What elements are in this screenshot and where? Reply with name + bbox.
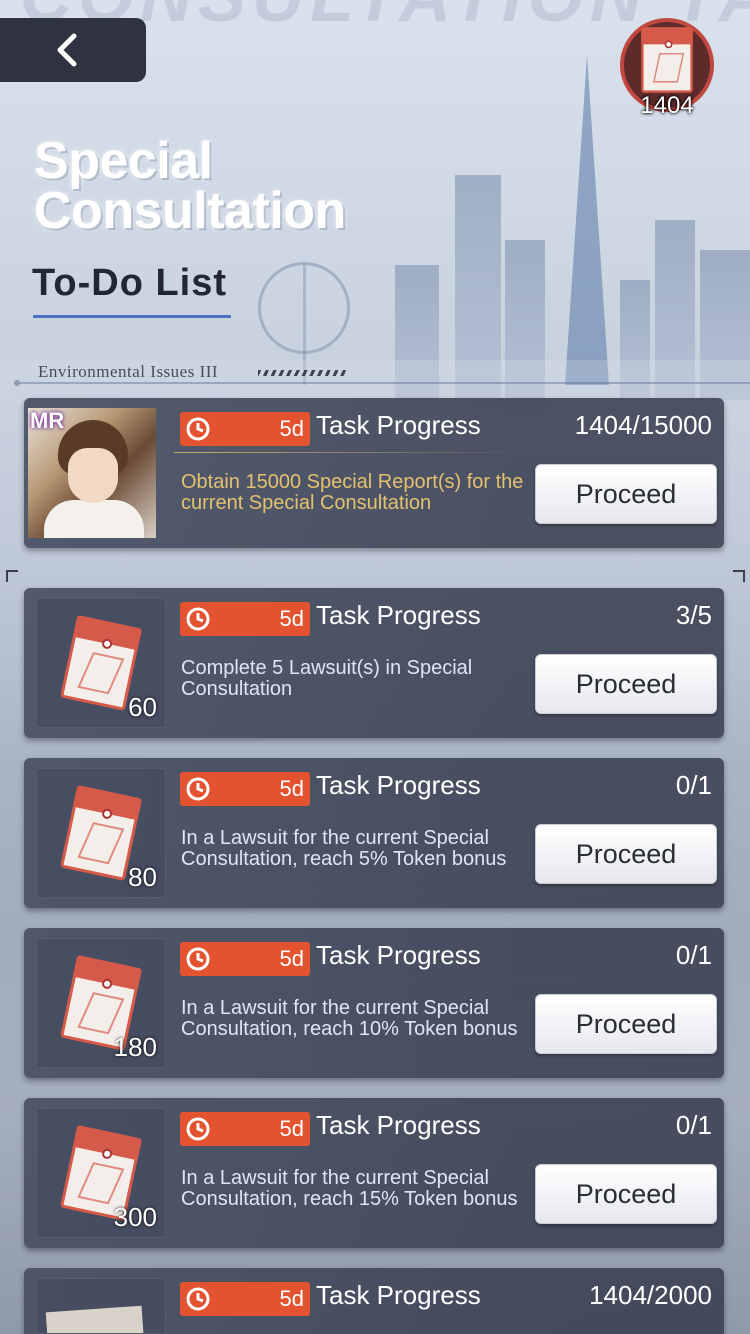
currency-count: 1404 [640, 92, 694, 119]
back-button[interactable] [0, 18, 146, 82]
task-progress: 1404/15000 [574, 410, 712, 440]
task-label: Task Progress [316, 410, 481, 440]
proceed-button[interactable]: Proceed [535, 654, 717, 714]
reward-slot[interactable]: 80 [36, 768, 166, 898]
task-label: Task Progress [316, 940, 481, 970]
subtitle-underline [33, 315, 231, 318]
task-card: 5d Task Progress 1404/2000 [24, 1268, 724, 1334]
task-label: Task Progress [316, 1280, 481, 1310]
reward-slot[interactable]: 300 [36, 1108, 166, 1238]
chevron-left-icon [57, 33, 77, 67]
reward-amount: 80 [128, 862, 157, 892]
timer-badge: 5d [180, 602, 310, 636]
character-portrait: MR [28, 408, 156, 538]
reward-amount: 60 [128, 692, 157, 722]
task-label: Task Progress [316, 600, 481, 630]
task-card: 300 5d Task Progress 0/1 In a Lawsuit fo… [24, 1098, 724, 1248]
task-description: In a Lawsuit for the current Special Con… [181, 997, 518, 1040]
reward-amount: 180 [113, 1032, 157, 1062]
timer-badge: 5d [180, 942, 310, 976]
page-subtitle: To-Do List [32, 262, 228, 304]
task-progress: 0/1 [675, 940, 712, 970]
section-label: Environmental Issues III [38, 362, 219, 381]
special-report-icon [641, 27, 693, 93]
reward-slot[interactable]: 60 [36, 598, 166, 728]
clock-icon [186, 1287, 210, 1311]
reward-slot[interactable] [36, 1278, 166, 1334]
clock-icon [186, 417, 210, 441]
proceed-button[interactable]: Proceed [535, 464, 717, 524]
reward-amount: 300 [113, 1202, 157, 1232]
task-progress: 0/1 [675, 770, 712, 800]
task-card: 60 5d Task Progress 3/5 Complete 5 Lawsu… [24, 588, 724, 738]
task-card: 80 5d Task Progress 0/1 In a Lawsuit for… [24, 758, 724, 908]
task-progress: 0/1 [675, 1110, 712, 1140]
clock-icon [186, 1117, 210, 1141]
task-label: Task Progress [316, 770, 481, 800]
ferris-wheel [258, 262, 350, 385]
task-description: In a Lawsuit for the current Special Con… [181, 1167, 518, 1210]
task-label: Task Progress [316, 1110, 481, 1140]
task-card: MR 5d Task Progress 1404/15000 Obtain 15… [24, 398, 724, 548]
reward-slot[interactable]: 180 [36, 938, 166, 1068]
task-description: Complete 5 Lawsuit(s) in Special Consult… [181, 657, 473, 700]
spire-tower [565, 55, 609, 385]
clock-icon [186, 947, 210, 971]
page-title: Special Consultation [34, 132, 346, 240]
section-divider [14, 380, 750, 386]
timer-badge: 5d [180, 772, 310, 806]
task-description: Obtain 15000 Special Report(s) for the c… [181, 471, 524, 514]
rarity-badge: MR [30, 408, 65, 433]
task-card: 180 5d Task Progress 0/1 In a Lawsuit fo… [24, 928, 724, 1078]
timer-badge: 5d [180, 412, 310, 446]
reward-image [45, 1305, 145, 1333]
proceed-button[interactable]: Proceed [535, 994, 717, 1054]
clock-icon [186, 777, 210, 801]
task-progress: 1404/2000 [589, 1280, 712, 1310]
timer-badge: 5d [180, 1282, 310, 1316]
proceed-button[interactable]: Proceed [535, 824, 717, 884]
proceed-button[interactable]: Proceed [535, 1164, 717, 1224]
clock-icon [186, 607, 210, 631]
task-description: In a Lawsuit for the current Special Con… [181, 827, 507, 870]
timer-badge: 5d [180, 1112, 310, 1146]
task-progress: 3/5 [675, 600, 712, 630]
